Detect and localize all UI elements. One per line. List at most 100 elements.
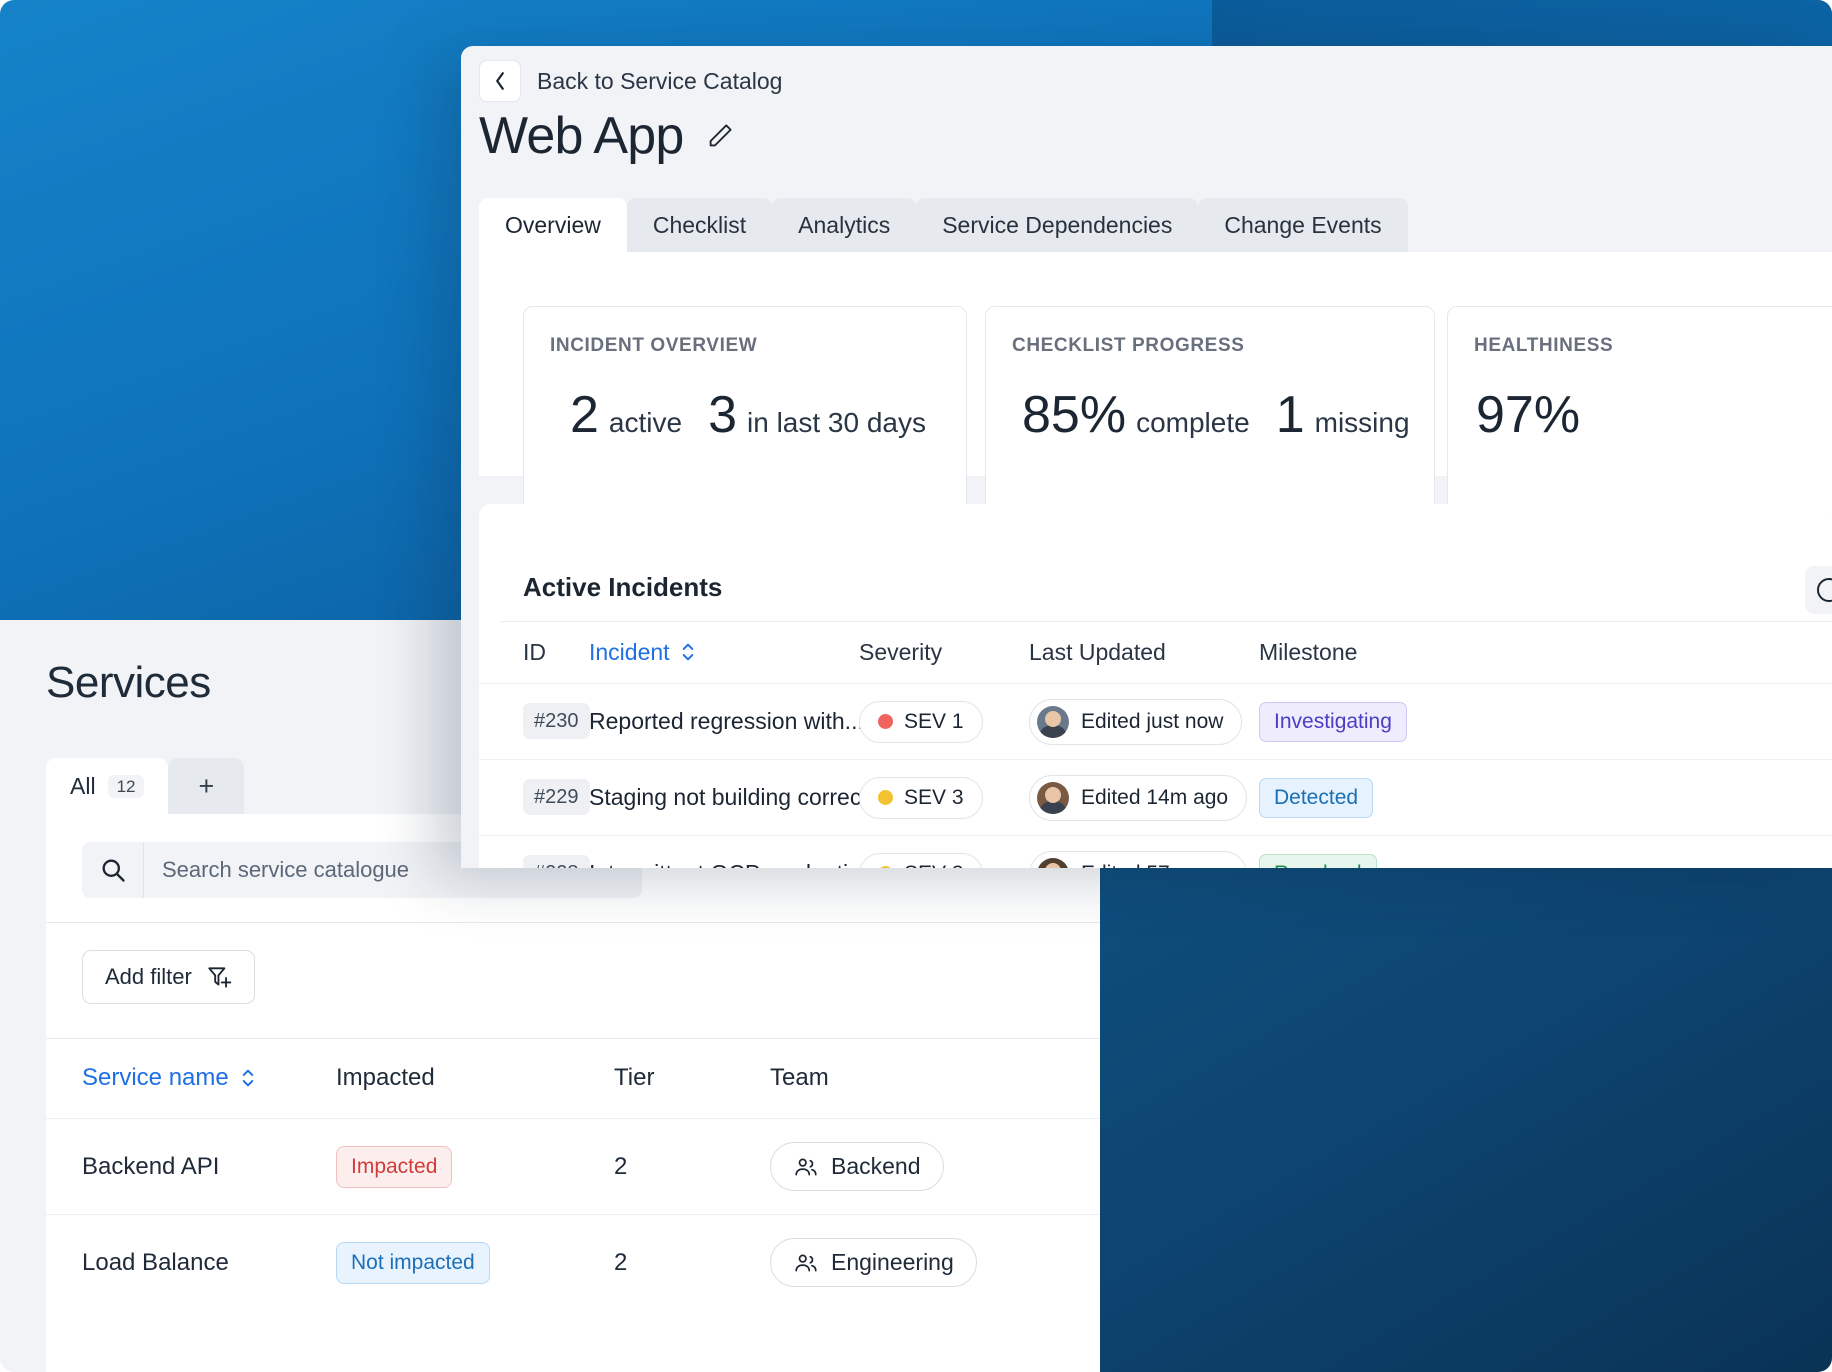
incident-id: #229 [523, 779, 590, 815]
table-row[interactable]: #230 Reported regression with... SEV 1 E… [479, 683, 1832, 759]
services-tabs: All 12 + [46, 758, 245, 814]
column-incident-label: Incident [589, 638, 670, 665]
incident-name: Staging not building correctly [589, 784, 885, 810]
incident-name: Reported regression with... [589, 708, 864, 734]
active-incidents-title: Active Incidents [523, 572, 723, 602]
service-title-row: Web App [479, 106, 735, 166]
stat-last-30-days: 3 in last 30 days [708, 386, 926, 444]
column-impacted: Impacted [336, 1064, 435, 1091]
column-tier: Tier [614, 1064, 655, 1091]
background-hero-bottom [1072, 866, 1832, 1372]
last-updated-chip: Edited 14m ago [1029, 774, 1248, 821]
back-label: Back to Service Catalog [537, 67, 783, 94]
card-checklist-progress: CHECKLIST PROGRESS 85% complete 1 missin… [985, 306, 1435, 514]
card-healthiness-stats: 97% [1476, 385, 1580, 445]
divider [46, 922, 1100, 923]
card-checklist-progress-label: CHECKLIST PROGRESS [1012, 335, 1245, 356]
back-icon[interactable] [479, 60, 521, 102]
app-root: Services All 12 + Add filter [0, 0, 1832, 1372]
stat-active: 2 active [570, 386, 683, 444]
services-tab-add[interactable]: + [168, 758, 245, 814]
team-chip[interactable]: Engineering [770, 1238, 977, 1287]
severity-badge: SEV 1 [859, 700, 983, 743]
sort-icon [679, 641, 697, 663]
tab-analytics-label: Analytics [798, 211, 891, 238]
services-tab-all-label: All [70, 772, 96, 799]
table-row[interactable]: #228 Intermittent GCP credenti... SEV 3 … [479, 835, 1832, 868]
circle-icon [1817, 578, 1832, 602]
severity-dot-icon [878, 866, 893, 868]
refresh-button[interactable] [1805, 566, 1832, 614]
severity-badge: SEV 3 [859, 776, 983, 819]
services-table: Service name Impacted Tier Team Backend … [46, 1038, 1100, 1310]
card-checklist-progress-stats: 85% complete 1 missing [1022, 385, 1410, 445]
card-healthiness-label: HEALTHINESS [1474, 335, 1614, 356]
tab-analytics[interactable]: Analytics [772, 198, 917, 252]
status-badge: Impacted [336, 1145, 453, 1188]
last-updated-label: Edited 57m ago [1081, 862, 1228, 869]
service-title: Web App [479, 107, 684, 165]
last-updated-label: Edited just now [1081, 709, 1224, 733]
tab-checklist[interactable]: Checklist [626, 198, 773, 252]
last-updated-chip: Edited 57m ago [1029, 850, 1248, 869]
column-id: ID [523, 638, 546, 665]
sort-icon [239, 1067, 257, 1089]
column-milestone: Milestone [1259, 638, 1358, 665]
column-service-name-label: Service name [82, 1064, 229, 1091]
card-incident-overview: INCIDENT OVERVIEW 2 active 3 in last 30 … [523, 306, 967, 514]
detail-tabs: Overview Checklist Analytics Service Dep… [479, 198, 1408, 252]
services-tab-all[interactable]: All 12 [46, 758, 169, 814]
add-filter-label: Add filter [105, 964, 192, 989]
service-tier: 2 [614, 1152, 628, 1180]
column-incident[interactable]: Incident [589, 639, 859, 666]
breadcrumb[interactable]: Back to Service Catalog [479, 60, 782, 102]
tab-change-events[interactable]: Change Events [1198, 198, 1408, 252]
team-icon [793, 1250, 819, 1276]
team-label: Backend [831, 1153, 921, 1179]
plus-icon: + [198, 770, 215, 801]
column-severity: Severity [859, 638, 943, 665]
tab-service-dependencies[interactable]: Service Dependencies [916, 198, 1199, 252]
incidents-table-body: #230 Reported regression with... SEV 1 E… [479, 683, 1832, 868]
tab-change-events-label: Change Events [1224, 211, 1382, 238]
incidents-table-header: ID Incident Severity Last Updated Milest… [479, 621, 1832, 683]
team-chip[interactable]: Backend [770, 1142, 944, 1191]
milestone-badge: Resolved [1259, 853, 1377, 868]
active-incidents-panel: Active Incidents ID Incident Severity La… [479, 504, 1832, 868]
severity-label: SEV 1 [904, 709, 964, 733]
incident-id: #228 [523, 855, 590, 868]
column-last-updated: Last Updated [1029, 638, 1166, 665]
service-tier: 2 [614, 1248, 628, 1276]
milestone-badge: Detected [1259, 777, 1374, 818]
tab-overview[interactable]: Overview [479, 198, 627, 252]
services-panel: Add filter Service name [46, 814, 1100, 1372]
table-row[interactable]: Backend API Impacted 2 Backend [46, 1118, 1100, 1214]
tab-overview-label: Overview [505, 211, 601, 238]
stat-missing: 1 missing [1275, 386, 1410, 444]
column-team: Team [770, 1064, 829, 1091]
avatar [1037, 705, 1069, 738]
table-row[interactable]: #229 Staging not building correctly SEV … [479, 759, 1832, 835]
add-filter-button[interactable]: Add filter [82, 950, 255, 1004]
page-title: Services [46, 658, 211, 707]
severity-dot-icon [878, 790, 893, 805]
services-tab-all-count: 12 [107, 774, 145, 798]
avatar [1037, 857, 1069, 868]
table-row[interactable]: Load Balance Not impacted 2 Engineering [46, 1214, 1100, 1310]
edit-pencil-icon[interactable] [705, 121, 735, 151]
tab-checklist-label: Checklist [652, 211, 747, 238]
card-incident-overview-label: INCIDENT OVERVIEW [550, 335, 758, 356]
team-label: Engineering [831, 1249, 954, 1275]
severity-badge: SEV 3 [859, 852, 983, 869]
severity-label: SEV 3 [904, 785, 964, 809]
services-table-header: Service name Impacted Tier Team [46, 1038, 1100, 1118]
severity-label: SEV 3 [904, 862, 964, 869]
stat-healthiness: 97% [1476, 386, 1581, 444]
stat-complete: 85% complete [1022, 386, 1250, 444]
last-updated-chip: Edited just now [1029, 698, 1243, 745]
search-icon [82, 842, 144, 898]
team-icon [793, 1154, 819, 1180]
status-badge: Not impacted [336, 1241, 490, 1284]
column-service-name[interactable]: Service name [46, 1064, 336, 1092]
card-incident-overview-stats: 2 active 3 in last 30 days [570, 385, 926, 445]
